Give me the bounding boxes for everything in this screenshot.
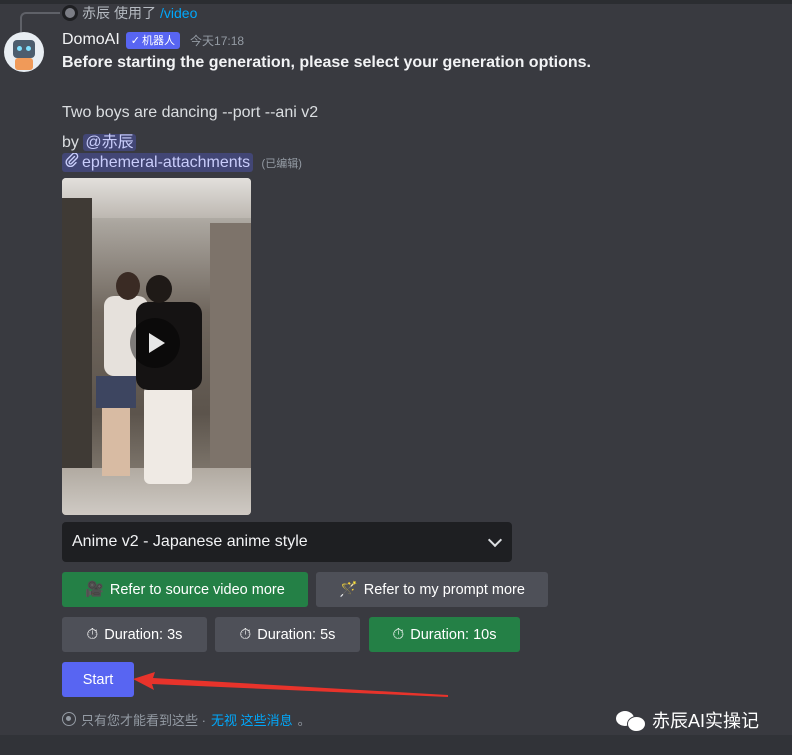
- stopwatch-icon: ⏱: [392, 626, 405, 643]
- robot-eye-left: [17, 46, 22, 51]
- watermark-text: 赤辰AI实操记: [652, 711, 760, 731]
- bot-tag: ✓ 机器人: [125, 31, 181, 49]
- start-label: Start: [82, 671, 114, 688]
- bot-avatar[interactable]: [4, 32, 44, 72]
- message-header: DomoAI ✓ 机器人 今天17:18: [62, 29, 244, 51]
- duration-3s-button[interactable]: ⏱ Duration: 3s: [62, 617, 207, 652]
- watermark: 赤辰AI实操记: [616, 705, 759, 735]
- attachment-line: ephemeral-attachments (已编辑): [62, 152, 302, 172]
- user-avatar-icon[interactable]: [62, 5, 78, 21]
- username[interactable]: DomoAI: [62, 31, 120, 49]
- dancer-left-legs: [102, 406, 130, 476]
- dancer-right-head: [146, 275, 172, 303]
- duration-5s-button[interactable]: ⏱ Duration: 5s: [215, 617, 360, 652]
- duration-5s-label: Duration: 5s: [257, 626, 336, 643]
- reply-reference[interactable]: 赤辰 使用了 /video: [62, 4, 197, 22]
- style-select-value: Anime v2 - Japanese anime style: [72, 533, 308, 550]
- prompt-text: Two boys are dancing --port --ani v2: [62, 104, 319, 121]
- robot-eye-right: [26, 46, 31, 51]
- paperclip-icon: [65, 152, 79, 172]
- reply-spine: [20, 12, 60, 32]
- play-triangle: [149, 333, 165, 353]
- ephemeral-text: 只有您才能看到这些 ·: [81, 712, 206, 728]
- bottom-bar: [0, 735, 792, 755]
- video-camera-icon: 🎥: [85, 581, 104, 598]
- bot-tag-label: 机器人: [142, 35, 176, 47]
- refer-source-label: Refer to source video more: [109, 581, 285, 598]
- play-icon[interactable]: [130, 318, 180, 368]
- video-thumbnail[interactable]: [62, 178, 251, 515]
- robot-body: [15, 58, 33, 70]
- user-mention[interactable]: @赤辰: [83, 134, 136, 151]
- by-label: by: [62, 134, 79, 151]
- dancer-left-shorts: [96, 376, 136, 408]
- stopwatch-icon: ⏱: [86, 626, 99, 643]
- timestamp[interactable]: 今天17:18: [190, 32, 244, 49]
- reply-command[interactable]: /video: [160, 5, 197, 21]
- checkmark-icon: ✓: [130, 34, 141, 47]
- style-select[interactable]: Anime v2 - Japanese anime style: [62, 522, 512, 562]
- wechat-icon: [616, 709, 646, 732]
- edited-label: (已编辑): [261, 158, 302, 170]
- dancer-left-head: [116, 272, 140, 300]
- attachment-link[interactable]: ephemeral-attachments: [62, 152, 254, 172]
- refer-prompt-button[interactable]: 🪄 Refer to my prompt more: [316, 572, 548, 607]
- arrow-shape: [133, 672, 448, 697]
- duration-3s-label: Duration: 3s: [104, 626, 183, 643]
- stopwatch-icon: ⏱: [239, 626, 252, 643]
- author-line: by @赤辰: [62, 128, 136, 152]
- start-button[interactable]: Start: [62, 662, 134, 697]
- duration-10s-button[interactable]: ⏱ Duration: 10s: [369, 617, 520, 652]
- wechat-bubble-small: [627, 716, 646, 732]
- room-door: [62, 198, 92, 498]
- ephemeral-end: 。: [297, 712, 311, 728]
- attachment-label: ephemeral-attachments: [82, 153, 251, 171]
- ephemeral-notice: 只有您才能看到这些 · 无视 这些消息。: [62, 710, 311, 728]
- duration-10s-label: Duration: 10s: [410, 626, 497, 643]
- message-heading: Before starting the generation, please s…: [62, 54, 591, 71]
- chevron-down-icon: [487, 532, 503, 547]
- magic-wand-icon: 🪄: [339, 581, 358, 598]
- reply-action: 使用了: [114, 5, 156, 21]
- eye-icon: [62, 712, 76, 726]
- wall-panel: [210, 223, 251, 483]
- dancer-right-pants: [144, 386, 192, 484]
- refer-source-button[interactable]: 🎥 Refer to source video more: [62, 572, 308, 607]
- reply-username[interactable]: 赤辰: [82, 3, 110, 23]
- dismiss-link[interactable]: 无视 这些消息: [211, 710, 293, 729]
- red-arrow-annotation: [133, 672, 448, 697]
- refer-prompt-label: Refer to my prompt more: [363, 581, 525, 598]
